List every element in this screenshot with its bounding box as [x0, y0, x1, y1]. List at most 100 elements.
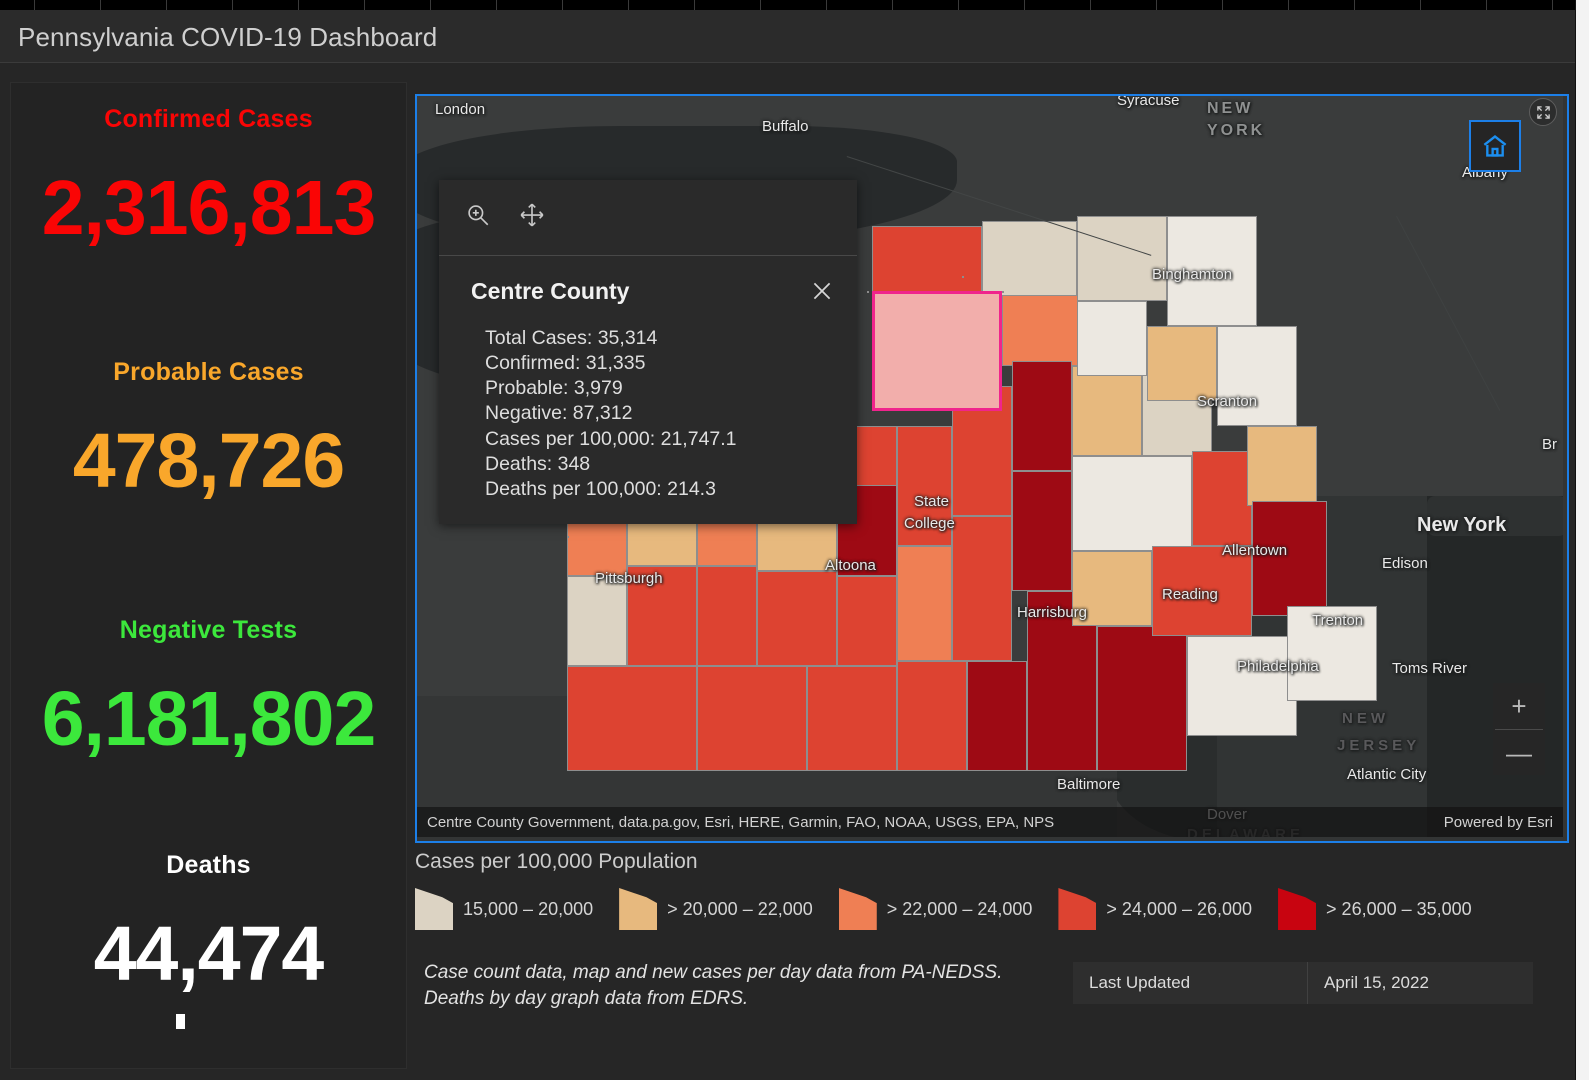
app-header: Pennsylvania COVID-19 Dashboard [0, 10, 1576, 63]
ruler-tick [430, 0, 431, 10]
map-label: Pittsburgh [595, 570, 663, 587]
map-label: Edison [1382, 555, 1428, 572]
county-polygon[interactable] [1192, 451, 1252, 546]
county-polygon[interactable] [962, 276, 964, 278]
ruler-tick [1090, 0, 1091, 10]
page-title: Pennsylvania COVID-19 Dashboard [18, 22, 438, 52]
map-label: State [914, 493, 950, 510]
county-polygon[interactable] [1077, 216, 1167, 301]
kpi-negative-tests: Negative Tests 6,181,802 [11, 616, 406, 758]
ruler-tick [628, 0, 629, 10]
map-label: Baltimore [1057, 776, 1121, 793]
county-polygon[interactable] [567, 666, 697, 771]
zoom-in-button[interactable]: + [1493, 683, 1545, 729]
county-polygon[interactable] [1012, 361, 1072, 471]
zoom-out-button[interactable]: — [1493, 730, 1545, 776]
county-polygon[interactable] [567, 576, 627, 666]
close-icon[interactable] [809, 278, 835, 304]
county-polygon[interactable] [897, 661, 967, 771]
county-polygon[interactable] [807, 666, 897, 771]
county-polygon[interactable] [837, 576, 897, 666]
kpi-value: 2,316,813 [41, 165, 377, 251]
ruler-tick [1420, 0, 1421, 10]
county-polygon[interactable] [1072, 456, 1192, 551]
kpi-value: 44,474 [93, 911, 325, 997]
legend-item: > 20,000 – 22,000 [619, 888, 813, 930]
kpi-probable-cases: Probable Cases 478,726 [11, 358, 406, 500]
data-source-note: Case count data, map and new cases per d… [424, 962, 1003, 1009]
legend-item: 15,000 – 20,000 [415, 888, 593, 930]
powered-by-esri: Powered by Esri [1443, 813, 1553, 831]
county-polygon[interactable] [872, 226, 982, 296]
ruler-tick [496, 0, 497, 10]
last-updated-label: Last Updated [1089, 973, 1191, 992]
county-polygon[interactable] [1217, 326, 1297, 426]
map-label: Buffalo [762, 118, 809, 135]
popup-attribute-list: Total Cases: 35,314 Confirmed: 31,335 Prob… [485, 326, 737, 502]
legend-swatch [619, 888, 658, 930]
map-label: London [435, 101, 486, 118]
county-polygon[interactable] [1077, 301, 1147, 376]
ruler-tick [958, 0, 959, 10]
county-polygon[interactable] [567, 536, 569, 538]
expand-icon[interactable] [1529, 98, 1557, 126]
ruler-tick [1288, 0, 1289, 10]
legend-swatch [415, 888, 453, 930]
map-legend: Cases per 100,000 Population 15,000 – 20… [415, 850, 1565, 930]
move-arrows-icon[interactable] [519, 202, 545, 233]
kpi-label: Deaths [166, 851, 251, 879]
legend-label: > 20,000 – 22,000 [667, 898, 813, 919]
popup-attribute-row: Negative: 87,312 [485, 402, 633, 425]
ruler-tick [760, 0, 761, 10]
map-label: NEW [1342, 710, 1389, 727]
feature-popup[interactable]: Centre County Total Cases: 35,314 Confirm… [439, 180, 857, 524]
map-label: Atlantic City [1347, 766, 1427, 783]
legend-item: > 24,000 – 26,000 [1058, 888, 1252, 930]
map-attribution-bar: Centre County Government, data.pa.gov, E… [417, 807, 1563, 837]
county-polygon[interactable] [952, 516, 1012, 661]
county-polygon[interactable] [1097, 626, 1187, 771]
map-label: JERSEY [1337, 737, 1421, 754]
county-polygon[interactable] [1147, 326, 1217, 401]
window-right-edge [1576, 0, 1589, 1080]
county-polygon[interactable] [982, 221, 1077, 296]
county-polygon[interactable] [1012, 471, 1072, 591]
ruler-tick [1552, 0, 1553, 10]
ruler-tick [1024, 0, 1025, 10]
county-polygon[interactable] [1247, 426, 1317, 506]
popup-attribute-row: Deaths: 348 [485, 452, 591, 475]
popup-attribute-row: Cases per 100,000: 21,747.1 [485, 427, 737, 450]
county-polygon[interactable] [1187, 636, 1297, 736]
map-label: Binghamton [1152, 266, 1233, 283]
county-polygon[interactable] [1002, 291, 1004, 293]
legend-items: 15,000 – 20,000 > 20,000 – 22,000 > 22,000… [415, 888, 1565, 930]
legend-swatch [1058, 888, 1097, 930]
county-polygon[interactable] [1072, 366, 1142, 456]
ruler-tick [826, 0, 827, 10]
popup-toolbar[interactable] [439, 180, 857, 256]
ruler-tick [232, 0, 233, 10]
kpi-value: 6,181,802 [41, 676, 377, 762]
map-label: New York [1417, 514, 1507, 536]
county-polygon[interactable] [867, 291, 869, 293]
zoom-controls[interactable]: + — [1493, 683, 1545, 775]
ruler-tick [34, 0, 35, 10]
popup-attribute-row: Deaths per 100,000: 214.3 [485, 477, 716, 500]
county-polygon-centre-selected[interactable] [872, 291, 1002, 411]
county-polygon[interactable] [697, 566, 757, 666]
legend-title: Cases per 100,000 Population [415, 850, 698, 873]
map-label: NEW [1207, 100, 1254, 117]
county-polygon[interactable] [697, 666, 807, 771]
ruler-tick [1354, 0, 1355, 10]
county-polygon[interactable] [967, 661, 1027, 771]
kpi-label: Negative Tests [119, 616, 298, 644]
map-label: YORK [1207, 122, 1266, 139]
map-label: Philadelphia [1237, 658, 1319, 675]
county-polygon[interactable] [757, 571, 837, 666]
home-button[interactable] [1469, 120, 1521, 172]
map-label: Syracuse [1117, 96, 1180, 109]
magnifier-plus-icon[interactable] [465, 202, 491, 233]
map-label: Scranton [1197, 393, 1258, 410]
county-polygon[interactable] [897, 546, 952, 661]
map-label: Reading [1162, 586, 1218, 603]
